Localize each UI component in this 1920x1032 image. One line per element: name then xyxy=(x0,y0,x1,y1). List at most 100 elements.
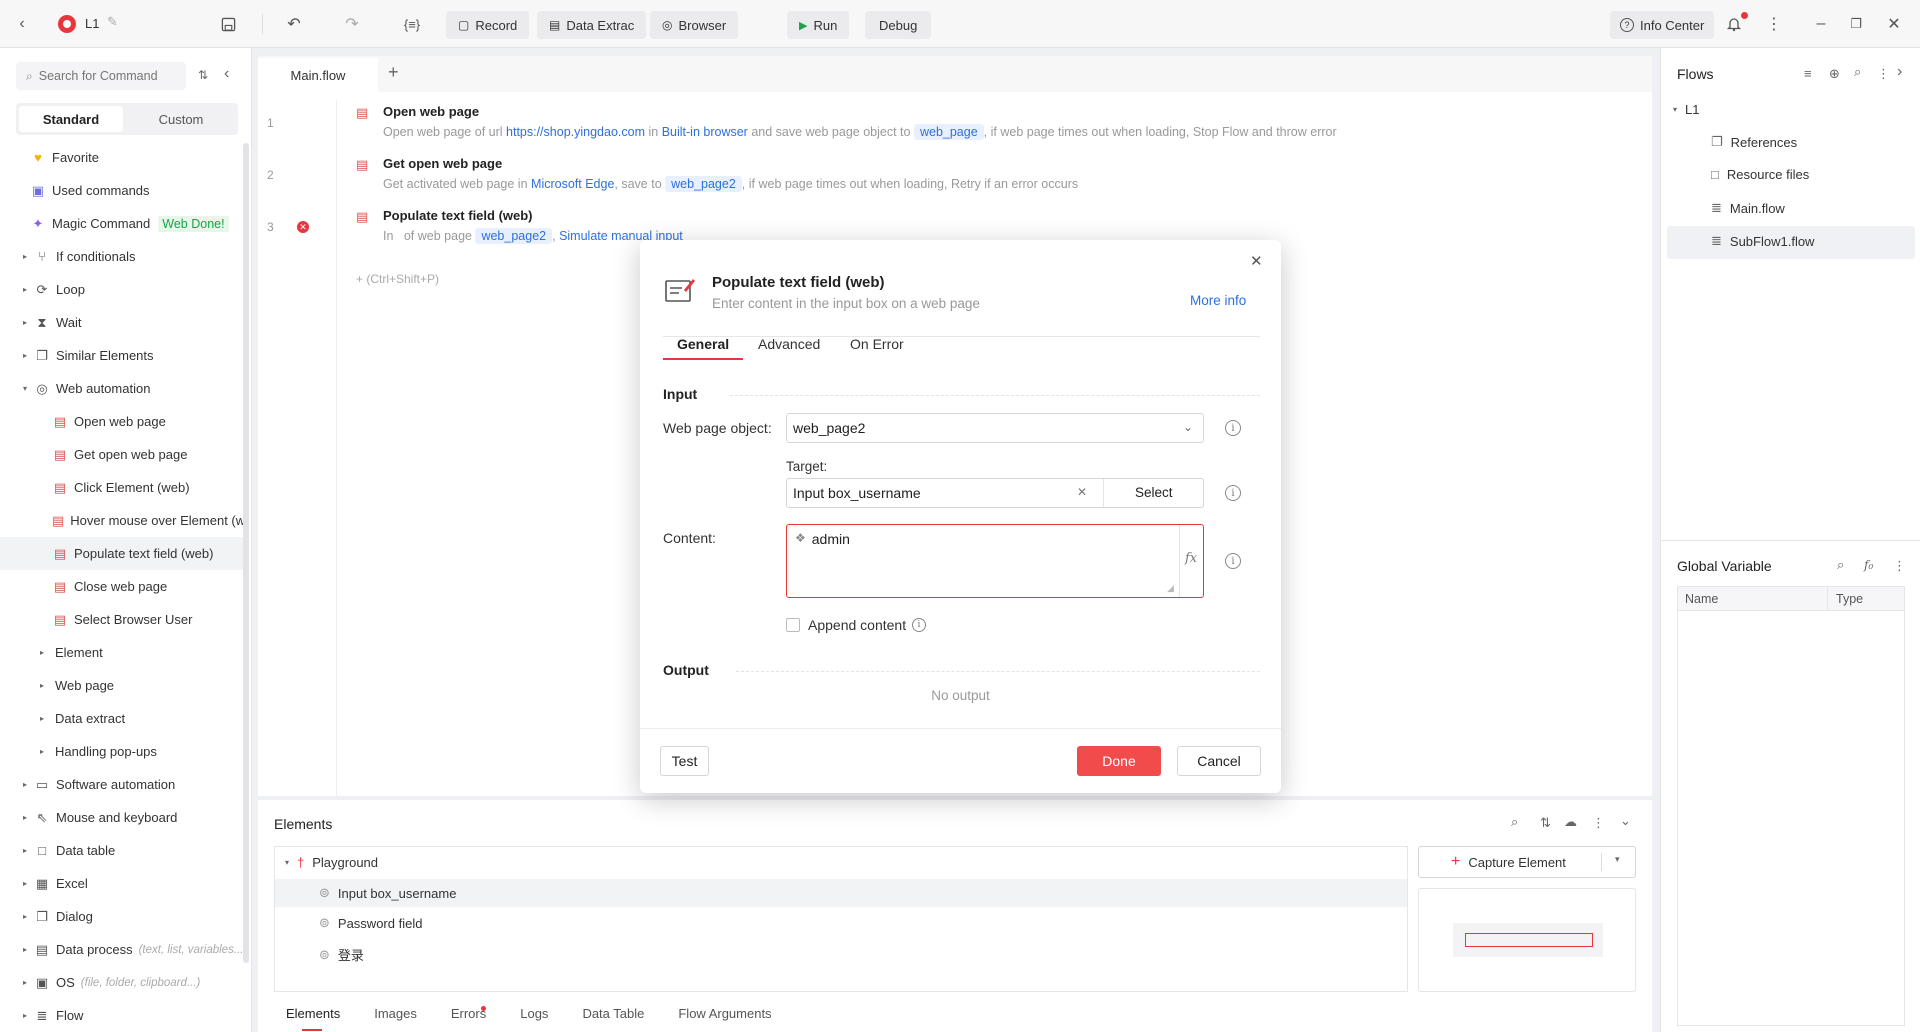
run-button[interactable]: ▶ Run xyxy=(787,11,850,39)
sidebar-item-data-process[interactable]: ▸ ▤ Data process (text, list, variables... xyxy=(0,933,245,966)
sidebar-item-open-web[interactable]: ▤ Open web page xyxy=(0,405,245,438)
sidebar-item-wait[interactable]: ▸ ⧗ Wait xyxy=(0,306,245,339)
command-search[interactable]: ⌕ xyxy=(16,62,186,90)
debug-button[interactable]: Debug xyxy=(865,11,932,39)
sort-icon[interactable]: ⇅ xyxy=(198,68,208,82)
caret-down-icon[interactable]: ▾ xyxy=(1615,854,1620,865)
info-icon[interactable]: i xyxy=(1225,485,1241,501)
sort-icon[interactable]: ⇅ xyxy=(1540,815,1551,831)
content-textarea[interactable]: ❖ admin fx ◢ xyxy=(786,524,1204,598)
tab-flow-arguments[interactable]: Flow Arguments xyxy=(678,1006,771,1021)
chevron-down-icon[interactable]: ⌄ xyxy=(1620,813,1631,829)
flow-item-main[interactable]: ≣ Main.flow xyxy=(1711,200,1785,216)
tab-custom[interactable]: Custom xyxy=(127,106,235,132)
info-icon[interactable]: i xyxy=(1225,553,1241,569)
record-button[interactable]: ▢ Record xyxy=(446,11,530,39)
tab-general[interactable]: General xyxy=(677,336,729,352)
close-icon[interactable]: ✕ xyxy=(1250,252,1263,270)
sidebar-item-click-element[interactable]: ▤ Click Element (web) xyxy=(0,471,245,504)
tab-logs[interactable]: Logs xyxy=(520,1006,548,1021)
expand-right-icon[interactable]: › xyxy=(1897,63,1902,81)
sidebar-item-favorite[interactable]: ♥ Favorite xyxy=(0,141,245,174)
sidebar-item-hover[interactable]: ▤ Hover mouse over Element (w xyxy=(0,504,245,537)
capture-element-button[interactable]: + Capture Element ▾ xyxy=(1418,846,1636,878)
search-icon[interactable]: ⌕ xyxy=(1511,814,1518,830)
scrollbar[interactable] xyxy=(243,143,249,963)
restore-icon[interactable]: ❐ xyxy=(1844,12,1868,36)
minimize-icon[interactable]: – xyxy=(1809,12,1833,36)
append-content-checkbox[interactable] xyxy=(786,618,800,632)
more-vertical-icon[interactable]: ⋮ xyxy=(1893,558,1906,574)
sidebar-item-data-extract[interactable]: ▸ Data extract xyxy=(0,702,245,735)
add-subflow-icon[interactable]: ⊕ xyxy=(1829,66,1840,82)
sidebar-item-popups[interactable]: ▸ Handling pop-ups xyxy=(0,735,245,768)
step-populate-text-field[interactable]: Populate text field (web) In of web page… xyxy=(383,208,683,244)
add-command-hint[interactable]: + (Ctrl+Shift+P) xyxy=(356,272,439,286)
sidebar-item-excel[interactable]: ▸ ▦ Excel xyxy=(0,867,245,900)
sidebar-item-magic[interactable]: ✦ Magic Command Web Done! xyxy=(0,207,245,240)
more-vertical-icon[interactable]: ⋮ xyxy=(1762,12,1786,36)
sidebar-item-flow[interactable]: ▸ ≣ Flow xyxy=(0,999,245,1032)
element-group-playground[interactable]: ▾ † Playground xyxy=(285,855,378,870)
element-item[interactable]: ⊚ Input box_username xyxy=(319,885,456,901)
save-icon[interactable] xyxy=(216,12,240,36)
function-icon[interactable]: fx xyxy=(1185,551,1197,566)
target-field[interactable]: Input box_username ✕ Select xyxy=(786,478,1204,508)
sidebar-item-element[interactable]: ▸ Element xyxy=(0,636,245,669)
sidebar-item-os[interactable]: ▸ ▣ OS (file, folder, clipboard...) xyxy=(0,966,245,999)
error-icon[interactable]: ✕ xyxy=(297,221,309,233)
variables-icon[interactable]: {≡} xyxy=(400,12,424,36)
flow-item-subflow1[interactable]: ≣ SubFlow1.flow xyxy=(1711,233,1814,249)
sidebar-item-software[interactable]: ▸ ▭ Software automation xyxy=(0,768,245,801)
sidebar-item-dialog[interactable]: ▸ ❐ Dialog xyxy=(0,900,245,933)
search-input[interactable] xyxy=(38,69,169,83)
sidebar-item-mouse[interactable]: ▸ ⇖ Mouse and keyboard xyxy=(0,801,245,834)
sidebar-item-similar[interactable]: ▸ ❐ Similar Elements xyxy=(0,339,245,372)
tab-data-table[interactable]: Data Table xyxy=(582,1006,644,1021)
search-icon[interactable]: ⌕ xyxy=(1854,64,1861,80)
sidebar-item-select-user[interactable]: ▤ Select Browser User xyxy=(0,603,245,636)
sidebar-item-if[interactable]: ▸ ⑂ If conditionals xyxy=(0,240,245,273)
select-target-button[interactable]: Select xyxy=(1135,485,1173,500)
step-open-web-page[interactable]: Open web page Open web page of url https… xyxy=(383,104,1337,140)
function-icon[interactable]: f₀ xyxy=(1864,558,1873,572)
sidebar-item-web-automation[interactable]: ▾ ◎ Web automation xyxy=(0,372,245,405)
more-vertical-icon[interactable]: ⋮ xyxy=(1592,815,1605,831)
close-window-icon[interactable]: ✕ xyxy=(1882,12,1906,36)
flow-root[interactable]: ▾ L1 xyxy=(1673,102,1699,117)
upload-icon[interactable]: ☁ xyxy=(1564,814,1577,830)
resize-handle-icon[interactable]: ◢ xyxy=(1167,583,1174,594)
flow-item-references[interactable]: ❐ References xyxy=(1711,134,1797,150)
edit-name-icon[interactable]: ✎ xyxy=(107,14,118,30)
web-page-object-select[interactable]: web_page2 ⌄ xyxy=(786,413,1204,443)
tab-advanced[interactable]: Advanced xyxy=(758,336,820,352)
add-flow-icon[interactable]: ≡ xyxy=(1804,66,1812,81)
undo-icon[interactable]: ↶ xyxy=(282,12,306,36)
sidebar-item-populate[interactable]: ▤ Populate text field (web) xyxy=(0,537,245,570)
sidebar-item-used[interactable]: ▣ Used commands xyxy=(0,174,245,207)
done-button[interactable]: Done xyxy=(1077,746,1161,776)
back-icon[interactable]: ‹ xyxy=(10,12,34,36)
collapse-panel-icon[interactable]: ‹ xyxy=(224,65,229,83)
flow-item-resource-files[interactable]: □ Resource files xyxy=(1711,167,1809,182)
info-icon[interactable]: i xyxy=(1225,420,1241,436)
clear-icon[interactable]: ✕ xyxy=(1077,485,1087,499)
sidebar-item-loop[interactable]: ▸ ⟳ Loop xyxy=(0,273,245,306)
tab-images[interactable]: Images xyxy=(374,1006,417,1021)
info-center-button[interactable]: ? Info Center xyxy=(1610,11,1715,39)
tab-on-error[interactable]: On Error xyxy=(850,336,904,352)
step-get-open-web-page[interactable]: Get open web page Get activated web page… xyxy=(383,156,1078,192)
tab-main-flow[interactable]: Main.flow xyxy=(258,58,378,92)
sidebar-item-close-web[interactable]: ▤ Close web page xyxy=(0,570,245,603)
tab-elements[interactable]: Elements xyxy=(286,1006,340,1021)
test-button[interactable]: Test xyxy=(660,746,709,776)
info-icon[interactable]: i xyxy=(912,618,926,632)
sidebar-item-get-open-web[interactable]: ▤ Get open web page xyxy=(0,438,245,471)
search-icon[interactable]: ⌕ xyxy=(1837,557,1844,573)
element-item[interactable]: ⊚ Password field xyxy=(319,915,422,931)
more-vertical-icon[interactable]: ⋮ xyxy=(1877,66,1890,82)
tab-standard[interactable]: Standard xyxy=(19,106,123,132)
sidebar-item-web-page[interactable]: ▸ Web page xyxy=(0,669,245,702)
sidebar-item-data-table[interactable]: ▸ □ Data table xyxy=(0,834,245,867)
redo-icon[interactable]: ↷ xyxy=(340,12,364,36)
